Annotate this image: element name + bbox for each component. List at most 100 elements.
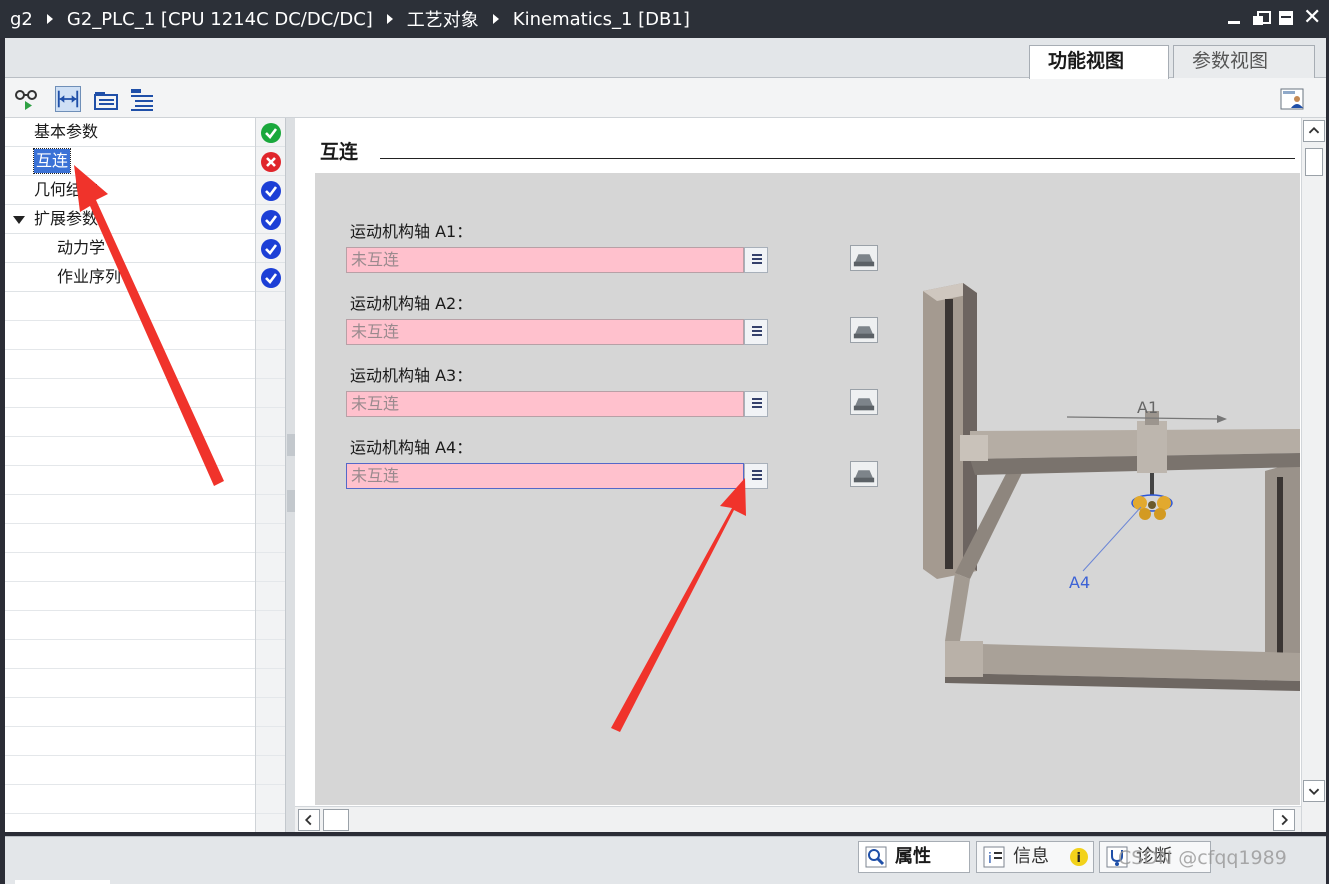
info-badge-icon: i bbox=[1070, 848, 1088, 866]
breadcrumb-separator-icon bbox=[386, 14, 393, 24]
folder-view-icon[interactable] bbox=[93, 86, 119, 112]
expand-width-icon[interactable] bbox=[55, 86, 81, 112]
axis-select-list-button[interactable] bbox=[744, 391, 768, 417]
breadcrumb: g2 G2_PLC_1 [CPU 1214C DC/DC/DC] 工艺对象 Ki… bbox=[0, 6, 690, 32]
nav-empty-row bbox=[5, 669, 255, 698]
nav-empty-row bbox=[5, 437, 255, 466]
list-view-icon[interactable] bbox=[129, 86, 155, 112]
svg-text:i: i bbox=[988, 851, 992, 867]
breadcrumb-plc[interactable]: G2_PLC_1 [CPU 1214C DC/DC/DC] bbox=[67, 9, 373, 30]
scroll-right-icon[interactable] bbox=[1273, 809, 1295, 831]
nav-empty-status bbox=[256, 698, 286, 727]
tab-info[interactable]: i 信息 i bbox=[976, 841, 1094, 873]
nav-item-label: 扩展参数 bbox=[34, 209, 99, 228]
float-window-icon[interactable] bbox=[1251, 9, 1271, 27]
collapse-left-icon[interactable] bbox=[287, 434, 295, 456]
nav-empty-row bbox=[5, 727, 255, 756]
check-blue-icon bbox=[261, 181, 281, 201]
tab-parameter-view[interactable]: 参数视图 bbox=[1173, 45, 1315, 78]
horizontal-scrollbar[interactable] bbox=[295, 806, 1301, 832]
object-box-icon bbox=[853, 326, 875, 339]
section-divider bbox=[380, 158, 1295, 159]
nav-status-cell bbox=[256, 234, 286, 263]
breadcrumb-project[interactable]: g2 bbox=[10, 9, 33, 30]
nav-item[interactable]: 作业序列 bbox=[5, 263, 255, 292]
nav-empty-row bbox=[5, 292, 255, 321]
figure-label-a4: A4 bbox=[1069, 573, 1091, 592]
axis-connection-field[interactable]: 未互连 bbox=[346, 247, 744, 273]
minimize-icon[interactable] bbox=[1225, 9, 1243, 27]
nav-status-cell bbox=[256, 176, 286, 205]
axis-connection-field[interactable]: 未互连 bbox=[346, 391, 744, 417]
nav-empty-row bbox=[5, 379, 255, 408]
nav-empty-status bbox=[256, 727, 286, 756]
tab-info-label: 信息 bbox=[1013, 846, 1049, 867]
expand-right-icon[interactable] bbox=[287, 490, 295, 512]
axis-goto-object-button[interactable] bbox=[850, 317, 878, 343]
nav-status-cell bbox=[256, 118, 286, 147]
nav-empty-status bbox=[256, 495, 286, 524]
nav-item[interactable]: 几何结构 bbox=[5, 176, 255, 205]
content-area: 互连 运动机构轴 A1： 未互连 运动机构轴 A2： 未互连 运动机构轴 A3： 未互连运… bbox=[295, 118, 1326, 832]
axis-connection-field[interactable]: 未互连 bbox=[346, 463, 744, 489]
error-cross-icon bbox=[261, 152, 281, 172]
maximize-icon[interactable] bbox=[1277, 9, 1295, 27]
nav-empty-status bbox=[256, 611, 286, 640]
window-controls: ✕ bbox=[1225, 7, 1321, 29]
nav-empty-status bbox=[256, 466, 286, 495]
user-settings-icon[interactable] bbox=[1280, 88, 1304, 110]
axis-select-list-button[interactable] bbox=[744, 463, 768, 489]
axis-label: 运动机构轴 A1： bbox=[350, 222, 473, 241]
axis-connection-field[interactable]: 未互连 bbox=[346, 319, 744, 345]
axis-select-list-button[interactable] bbox=[744, 319, 768, 345]
nav-item-label: 作业序列 bbox=[57, 267, 122, 286]
axis-label: 运动机构轴 A2： bbox=[350, 294, 473, 313]
axis-select-list-button[interactable] bbox=[744, 247, 768, 273]
nav-empty-row bbox=[5, 466, 255, 495]
nav-empty-row bbox=[5, 495, 255, 524]
nav-item-label: 基本参数 bbox=[34, 122, 99, 141]
nav-status-cell bbox=[256, 147, 286, 176]
nav-item[interactable]: 互连 bbox=[5, 147, 255, 176]
horizontal-scroll-thumb[interactable] bbox=[323, 809, 349, 831]
tab-properties[interactable]: 属性 bbox=[858, 841, 970, 873]
monitor-glasses-icon[interactable] bbox=[13, 86, 39, 112]
vertical-scroll-thumb[interactable] bbox=[1305, 148, 1323, 176]
interconnect-panel: 运动机构轴 A1： 未互连 运动机构轴 A2： 未互连 运动机构轴 A3： 未互连 运动机构… bbox=[315, 173, 1300, 805]
nav-empty-row bbox=[5, 524, 255, 553]
nav-empty-status bbox=[256, 379, 286, 408]
nav-status-cell bbox=[256, 263, 286, 292]
nav-item-label: 动力学 bbox=[57, 238, 106, 257]
nav-splitter[interactable] bbox=[285, 118, 295, 832]
editor-toolbar bbox=[5, 78, 1326, 118]
check-blue-icon bbox=[261, 239, 281, 259]
nav-item[interactable]: 基本参数 bbox=[5, 118, 255, 147]
scroll-down-icon[interactable] bbox=[1303, 780, 1325, 802]
figure-label-a1: A1 bbox=[1137, 398, 1159, 417]
nav-empty-row bbox=[5, 698, 255, 727]
scroll-left-icon[interactable] bbox=[298, 809, 320, 831]
nav-empty-row bbox=[5, 785, 255, 814]
tab-function-view[interactable]: 功能视图 bbox=[1029, 45, 1169, 79]
breadcrumb-separator-icon bbox=[46, 14, 53, 24]
axis-goto-object-button[interactable] bbox=[850, 389, 878, 415]
nav-empty-row bbox=[5, 408, 255, 437]
info-list-icon: i bbox=[983, 846, 1005, 868]
nav-status-column bbox=[255, 118, 286, 832]
expand-arrow-icon[interactable] bbox=[13, 216, 25, 224]
tab-properties-label: 属性 bbox=[895, 846, 931, 867]
nav-empty-row bbox=[5, 582, 255, 611]
axis-goto-object-button[interactable] bbox=[850, 461, 878, 487]
nav-item[interactable]: 扩展参数 bbox=[5, 205, 255, 234]
check-green-icon bbox=[261, 123, 281, 143]
nav-empty-status bbox=[256, 756, 286, 785]
nav-item[interactable]: 动力学 bbox=[5, 234, 255, 263]
properties-magnifier-icon bbox=[865, 846, 887, 868]
vertical-scrollbar[interactable] bbox=[1301, 118, 1326, 832]
breadcrumb-kinematics[interactable]: Kinematics_1 [DB1] bbox=[513, 9, 690, 30]
close-icon[interactable]: ✕ bbox=[1303, 7, 1321, 29]
nav-empty-status bbox=[256, 640, 286, 669]
scroll-up-icon[interactable] bbox=[1303, 120, 1325, 142]
breadcrumb-tech-objects[interactable]: 工艺对象 bbox=[407, 6, 479, 32]
axis-goto-object-button[interactable] bbox=[850, 245, 878, 271]
